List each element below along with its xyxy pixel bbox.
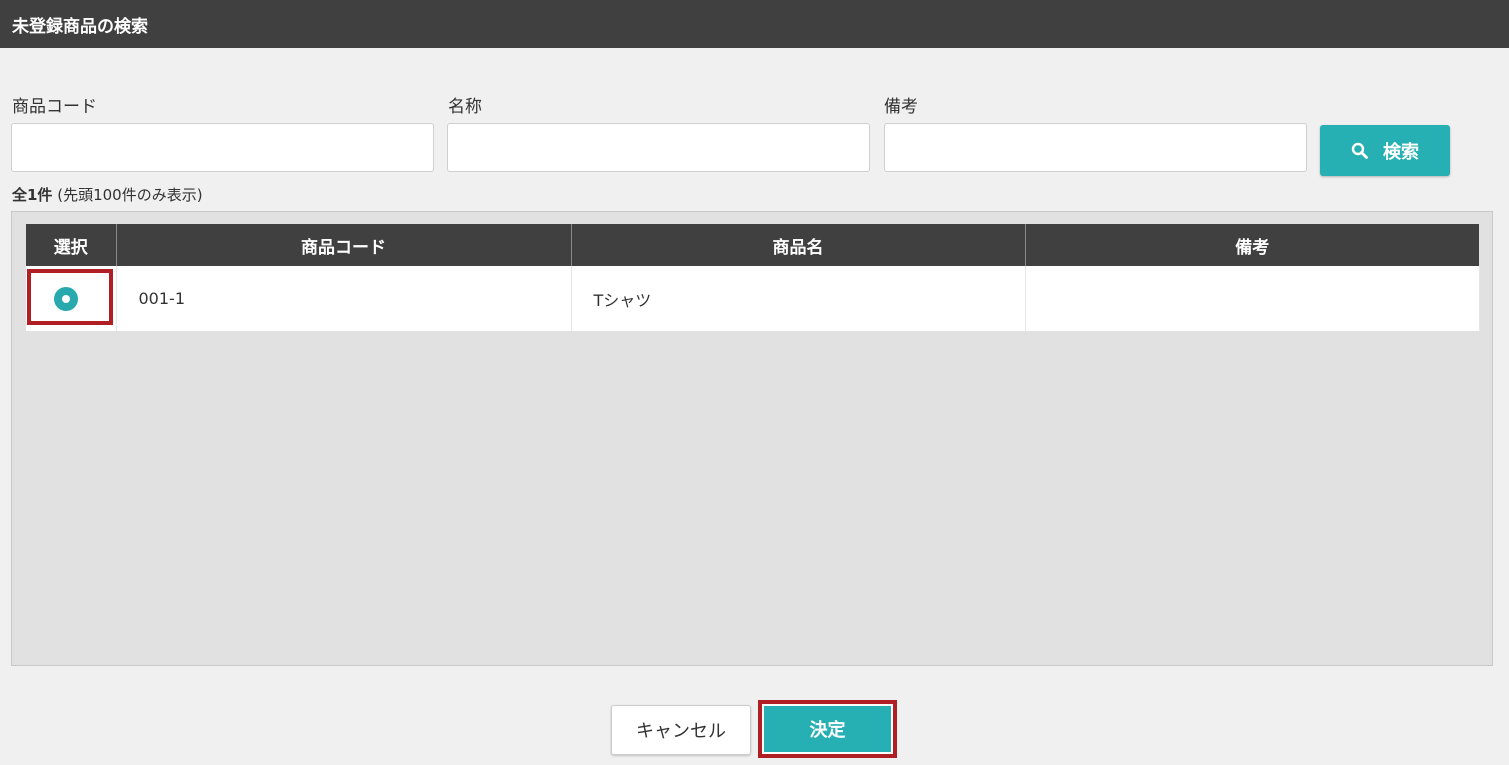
dialog-title: 未登録商品の検索 <box>0 0 1509 48</box>
table-row[interactable]: 001-1 Tシャツ <box>26 266 1480 331</box>
radio-dot-icon <box>62 295 70 303</box>
result-count-total: 全1件 <box>12 186 53 204</box>
cancel-button[interactable]: キャンセル <box>611 705 751 755</box>
name-label: 名称 <box>448 97 482 117</box>
result-count-note: (先頭100件のみ表示) <box>57 186 203 204</box>
column-header-code[interactable]: 商品コード <box>116 224 572 266</box>
name-input[interactable] <box>447 123 870 172</box>
product-code-label: 商品コード <box>12 97 97 117</box>
results-table: 選択 商品コード 商品名 備考 001-1 Tシャツ <box>26 224 1480 331</box>
cell-note <box>1025 266 1480 331</box>
confirm-highlight: 決定 <box>758 700 897 758</box>
cell-name: Tシャツ <box>571 266 1026 331</box>
column-header-note[interactable]: 備考 <box>1025 224 1479 266</box>
column-header-name[interactable]: 商品名 <box>571 224 1026 266</box>
search-icon <box>1351 142 1368 159</box>
note-input[interactable] <box>884 123 1307 172</box>
search-button-label: 検索 <box>1383 141 1419 163</box>
row-select-radio[interactable] <box>54 287 78 311</box>
table-header-row: 選択 商品コード 商品名 備考 <box>26 224 1479 266</box>
column-header-select: 選択 <box>26 224 117 266</box>
confirm-button[interactable]: 決定 <box>764 706 891 752</box>
result-count: 全1件 (先頭100件のみ表示) <box>12 184 203 205</box>
select-cell[interactable] <box>26 266 117 331</box>
note-label: 備考 <box>884 97 918 117</box>
cell-code: 001-1 <box>116 266 572 331</box>
search-button[interactable]: 検索 <box>1320 125 1450 176</box>
results-panel: 選択 商品コード 商品名 備考 001-1 Tシャツ <box>11 211 1493 666</box>
product-code-input[interactable] <box>11 123 434 172</box>
